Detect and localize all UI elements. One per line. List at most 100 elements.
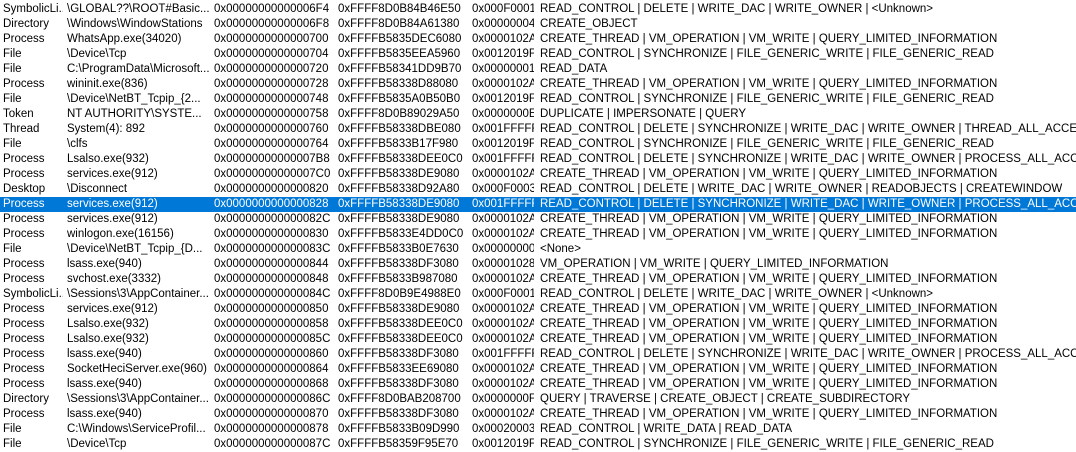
table-row[interactable]: File \Device\Tcp 0x000000000000087C 0xFFFFB… bbox=[0, 437, 1076, 452]
decoded-access-cell: READ_CONTROL | DELETE | WRITE_DAC | WRIT… bbox=[540, 183, 1063, 195]
table-row[interactable]: Process Lsalso.exe(932) 0x00000000000007B8… bbox=[0, 152, 1076, 167]
decoded-access-cell: QUERY | TRAVERSE | CREATE_OBJECT | CREAT… bbox=[540, 393, 911, 405]
table-row[interactable]: Process Lsalso.exe(932) 0x0000000000000858… bbox=[0, 317, 1076, 332]
object-address-cell: 0xFFFFB58338DE9080 bbox=[338, 303, 460, 315]
object-address-cell: 0xFFFF8D0B9E4988E0 bbox=[338, 288, 461, 300]
decoded-access-cell: READ_CONTROL | WRITE_DATA | READ_DATA bbox=[540, 423, 792, 435]
handle-cell: 0x000000000000087C bbox=[214, 438, 331, 450]
object-address-cell: 0xFFFFB5833B17F980 bbox=[338, 138, 459, 150]
object-address-cell: 0xFFFFB5833E4DD0C0 bbox=[338, 228, 464, 240]
type-cell: Directory bbox=[3, 18, 50, 30]
table-row-selected[interactable]: Process services.exe(912) 0x00000000000008… bbox=[0, 197, 1076, 212]
handle-cell: 0x0000000000000764 bbox=[214, 138, 329, 150]
table-row[interactable]: Process services.exe(912) 0x00000000000008… bbox=[0, 212, 1076, 227]
handle-cell: 0x00000000000007C0 bbox=[214, 168, 331, 180]
handle-cell: 0x0000000000000848 bbox=[214, 273, 329, 285]
type-cell: Process bbox=[3, 198, 45, 210]
table-row[interactable]: File \Device\NetBT_Tcpip_{2... 0x000000000… bbox=[0, 92, 1076, 107]
table-row[interactable]: Directory \Sessions\3\AppContainer... 0x00… bbox=[0, 392, 1076, 407]
access-mask-cell: 0x001FFFFF bbox=[472, 123, 534, 135]
name-cell: NT AUTHORITY\SYSTE... bbox=[67, 108, 202, 120]
type-cell: Process bbox=[3, 318, 45, 330]
table-row[interactable]: Process lsass.exe(940) 0x0000000000000860 0… bbox=[0, 347, 1076, 362]
access-mask-cell: 0x00000001 bbox=[472, 63, 534, 75]
type-cell: SymbolicLi... bbox=[3, 288, 63, 300]
name-cell: lsass.exe(940) bbox=[67, 408, 142, 420]
access-mask-cell: 0x0000102A bbox=[472, 363, 534, 375]
decoded-access-cell: CREATE_THREAD | VM_OPERATION | VM_WRITE … bbox=[540, 303, 998, 315]
table-row[interactable]: Process winlogon.exe(16156) 0x000000000000… bbox=[0, 227, 1076, 242]
access-mask-cell: 0x0000102A bbox=[472, 378, 534, 390]
handle-cell: 0x0000000000000828 bbox=[214, 198, 329, 210]
type-cell: Process bbox=[3, 213, 45, 225]
handle-cell: 0x000000000000085C bbox=[214, 333, 331, 345]
object-address-cell: 0xFFFFB58338D92A80 bbox=[338, 183, 460, 195]
table-row[interactable]: SymbolicLi... \Sessions\3\AppContainer...… bbox=[0, 287, 1076, 302]
table-row[interactable]: File C:\ProgramData\Microsoft... 0x0000000… bbox=[0, 62, 1076, 77]
access-mask-cell: 0x000F0001 bbox=[472, 288, 534, 300]
name-cell: lsass.exe(940) bbox=[67, 258, 142, 270]
decoded-access-cell: CREATE_THREAD | VM_OPERATION | VM_WRITE … bbox=[540, 33, 998, 45]
decoded-access-cell: CREATE_THREAD | VM_OPERATION | VM_WRITE … bbox=[540, 213, 998, 225]
access-mask-cell: 0x0012019F bbox=[472, 438, 534, 450]
access-mask-cell: 0x0000102A bbox=[472, 213, 534, 225]
object-address-cell: 0xFFFFB58338DE9080 bbox=[338, 213, 460, 225]
access-mask-cell: 0x001FFFFF bbox=[472, 153, 534, 165]
decoded-access-cell: READ_CONTROL | SYNCHRONIZE | FILE_GENERI… bbox=[540, 138, 994, 150]
handle-cell: 0x0000000000000700 bbox=[214, 33, 329, 45]
name-cell: \Device\NetBT_Tcpip_{D... bbox=[67, 243, 203, 255]
access-mask-cell: 0x0012019F bbox=[472, 48, 534, 60]
type-cell: Process bbox=[3, 273, 45, 285]
table-row[interactable]: File \Device\Tcp 0x0000000000000704 0xFFFFB… bbox=[0, 47, 1076, 62]
table-row[interactable]: Process WhatsApp.exe(34020) 0x000000000000… bbox=[0, 32, 1076, 47]
table-row[interactable]: Process Lsalso.exe(932) 0x000000000000085C… bbox=[0, 332, 1076, 347]
decoded-access-cell: READ_CONTROL | DELETE | WRITE_DAC | WRIT… bbox=[540, 288, 934, 300]
name-cell: Lsalso.exe(932) bbox=[67, 333, 149, 345]
decoded-access-cell: READ_CONTROL | SYNCHRONIZE | FILE_GENERI… bbox=[540, 93, 994, 105]
decoded-access-cell: CREATE_THREAD | VM_OPERATION | VM_WRITE … bbox=[540, 78, 998, 90]
access-mask-cell: 0x0000102A bbox=[472, 318, 534, 330]
name-cell: wininit.exe(836) bbox=[67, 78, 148, 90]
access-mask-cell: 0x001FFFFF bbox=[472, 348, 534, 360]
type-cell: Process bbox=[3, 78, 45, 90]
table-row[interactable]: SymbolicLi... \GLOBAL??\ROOT#Basic... 0x00… bbox=[0, 2, 1076, 17]
decoded-access-cell: CREATE_THREAD | VM_OPERATION | VM_WRITE … bbox=[540, 168, 998, 180]
object-address-cell: 0xFFFFB58338D88080 bbox=[338, 78, 459, 90]
handle-cell: 0x0000000000000864 bbox=[214, 363, 329, 375]
decoded-access-cell: CREATE_THREAD | VM_OPERATION | VM_WRITE … bbox=[540, 408, 998, 420]
table-row[interactable]: File \Device\NetBT_Tcpip_{D... 0x000000000… bbox=[0, 242, 1076, 257]
table-row[interactable]: Process services.exe(912) 0x00000000000008… bbox=[0, 302, 1076, 317]
object-address-cell: 0xFFFFB58338DEE0C0 bbox=[338, 153, 463, 165]
handle-cell: 0x0000000000000860 bbox=[214, 348, 329, 360]
handle-cell: 0x00000000000006F4 bbox=[214, 3, 330, 15]
table-row[interactable]: File \clfs 0x0000000000000764 0xFFFFB5833B1… bbox=[0, 137, 1076, 152]
handle-cell: 0x0000000000000830 bbox=[214, 228, 329, 240]
name-cell: \Device\Tcp bbox=[67, 48, 127, 60]
type-cell: File bbox=[3, 438, 22, 450]
table-row[interactable]: Process lsass.exe(940) 0x0000000000000870 0… bbox=[0, 407, 1076, 422]
table-row[interactable]: Process wininit.exe(836) 0x000000000000072… bbox=[0, 77, 1076, 92]
name-cell: services.exe(912) bbox=[67, 213, 158, 225]
table-row[interactable]: Directory \Windows\WindowStations 0x000000… bbox=[0, 17, 1076, 32]
handle-table: SymbolicLi... \GLOBAL??\ROOT#Basic... 0x00… bbox=[0, 0, 1076, 451]
type-cell: Process bbox=[3, 348, 45, 360]
table-row[interactable]: Process lsass.exe(940) 0x0000000000000844 0… bbox=[0, 257, 1076, 272]
object-address-cell: 0xFFFF8D0BAB208700 bbox=[338, 393, 461, 405]
decoded-access-cell: CREATE_THREAD | VM_OPERATION | VM_WRITE … bbox=[540, 273, 998, 285]
table-row[interactable]: Desktop \Disconnect 0x0000000000000820 0xFF… bbox=[0, 182, 1076, 197]
table-row[interactable]: File C:\Windows\ServiceProfil... 0x0000000… bbox=[0, 422, 1076, 437]
name-cell: winlogon.exe(16156) bbox=[67, 228, 174, 240]
table-row[interactable]: Thread System(4): 892 0x0000000000000760 0x… bbox=[0, 122, 1076, 137]
access-mask-cell: 0x0000102A bbox=[472, 273, 534, 285]
handle-cell: 0x00000000000007B8 bbox=[214, 153, 330, 165]
name-cell: \Disconnect bbox=[67, 183, 128, 195]
object-address-cell: 0xFFFFB5833EE69080 bbox=[338, 363, 459, 375]
table-row[interactable]: Process SocketHeciServer.exe(960) 0x000000… bbox=[0, 362, 1076, 377]
table-row[interactable]: Process services.exe(912) 0x00000000000007… bbox=[0, 167, 1076, 182]
table-row[interactable]: Token NT AUTHORITY\SYSTE... 0x000000000000… bbox=[0, 107, 1076, 122]
table-row[interactable]: Process svchost.exe(3332) 0x00000000000008… bbox=[0, 272, 1076, 287]
name-cell: services.exe(912) bbox=[67, 198, 158, 210]
object-address-cell: 0xFFFFB58359F95E70 bbox=[338, 438, 459, 450]
table-row[interactable]: Process lsass.exe(940) 0x0000000000000868 0… bbox=[0, 377, 1076, 392]
decoded-access-cell: READ_CONTROL | DELETE | WRITE_DAC | WRIT… bbox=[540, 3, 934, 15]
